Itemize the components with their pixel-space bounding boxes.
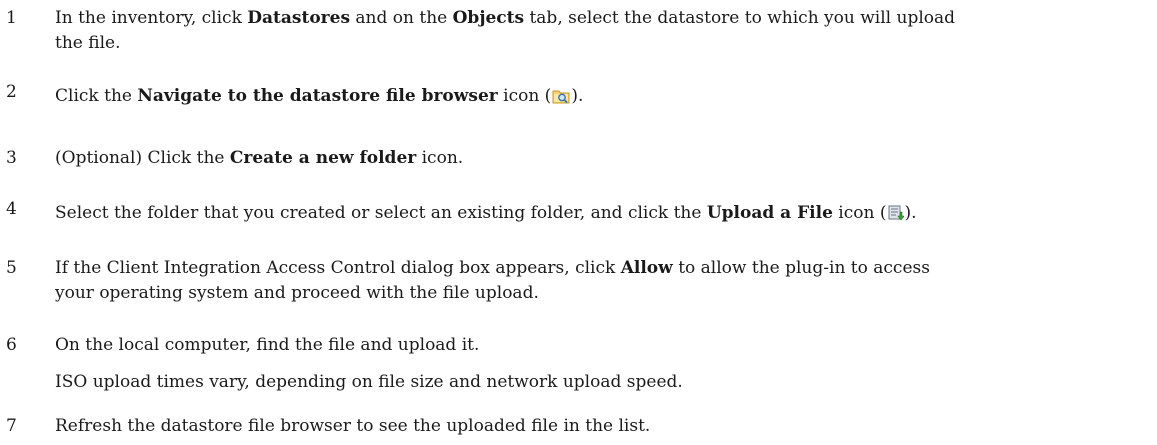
step-text: On the local computer, find the file and… (55, 335, 480, 355)
step-number: 2 (6, 82, 17, 102)
step-number: 7 (6, 416, 17, 436)
step-text: (Optional) Click the Create a new folder… (55, 148, 464, 168)
step-text: Refresh the datastore file browser to se… (55, 416, 651, 436)
objects-term: Objects (452, 8, 525, 28)
upload-file-icon (888, 204, 905, 229)
step-number: 4 (6, 199, 17, 219)
create-folder-term: Create a new folder (229, 148, 417, 168)
allow-term: Allow (620, 258, 673, 278)
step-text: Select the folder that you created or se… (55, 201, 1150, 229)
step-note: ISO upload times vary, depending on file… (55, 372, 683, 392)
datastores-term: Datastores (247, 8, 351, 28)
step-number: 3 (6, 148, 17, 168)
step-text: In the inventory, click Datastores and o… (55, 8, 956, 53)
step-text: Click the Navigate to the datastore file… (55, 84, 1150, 112)
step-number: 5 (6, 258, 17, 278)
datastore-browser-icon (552, 87, 570, 112)
upload-file-term: Upload a File (706, 203, 833, 223)
step-number: 6 (6, 335, 17, 355)
step-number: 1 (6, 8, 17, 28)
navigate-datastore-browser-term: Navigate to the datastore file browser (137, 86, 498, 106)
step-text: If the Client Integration Access Control… (55, 258, 930, 303)
